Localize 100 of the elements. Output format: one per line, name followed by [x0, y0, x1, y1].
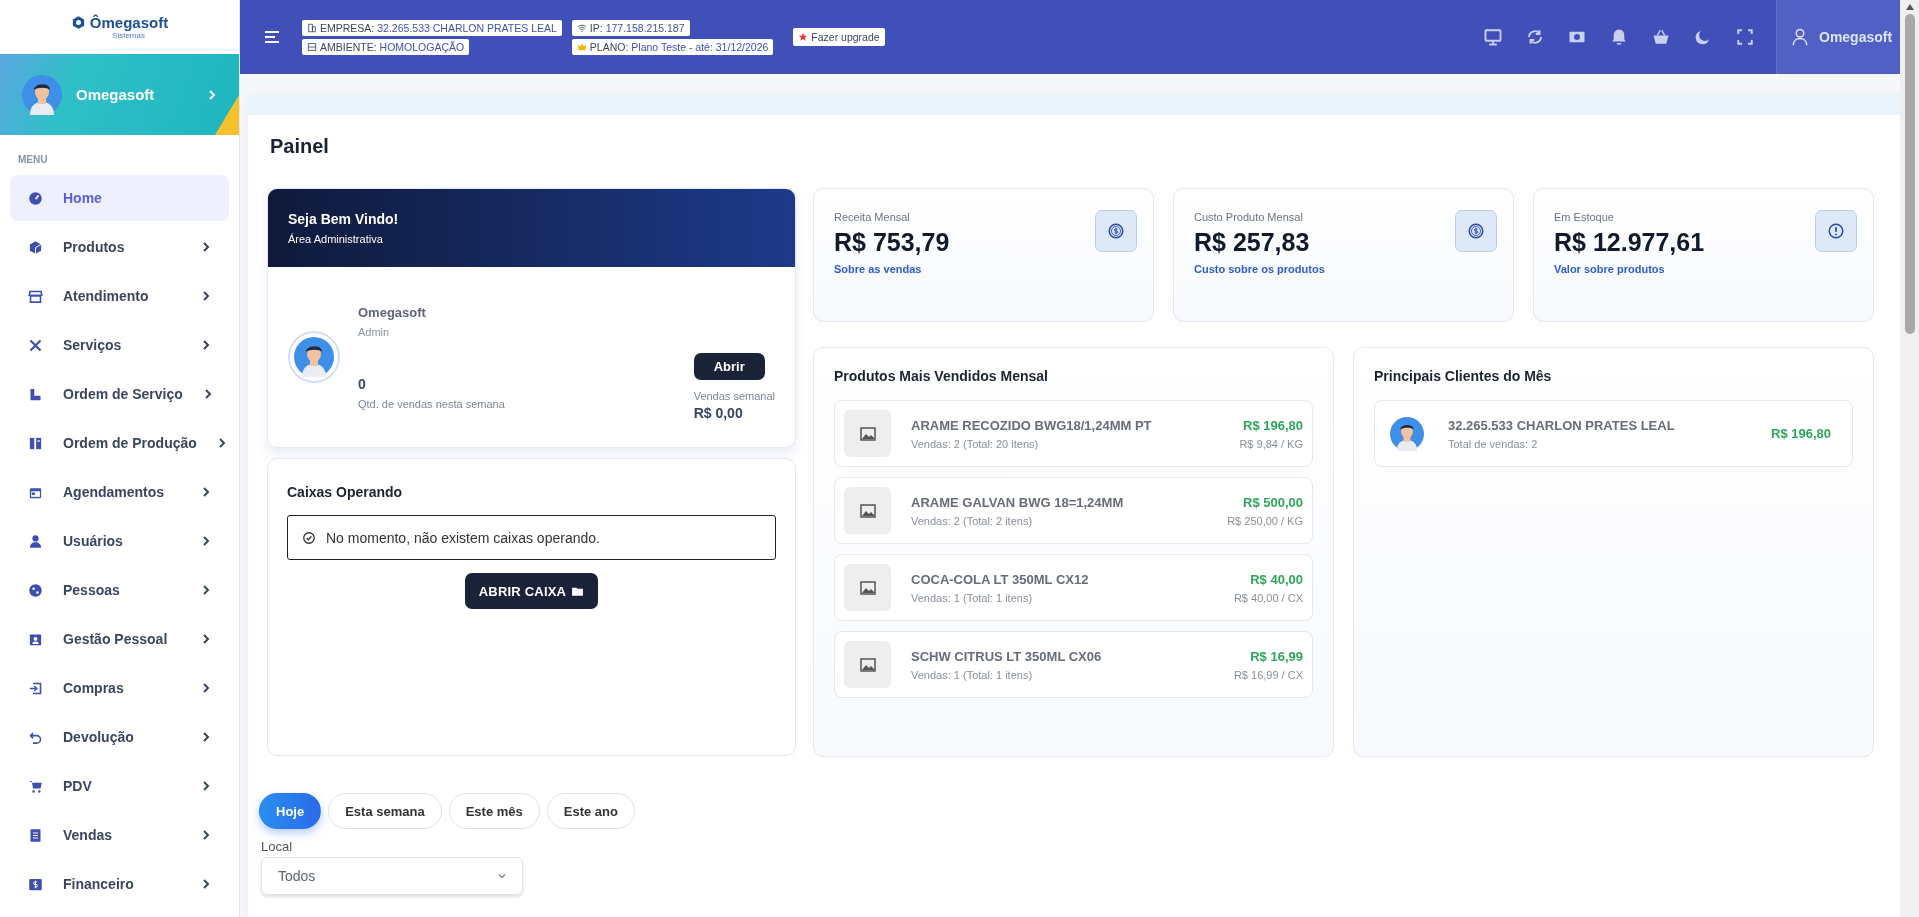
sidebar-item[interactable]: Devolução: [10, 714, 229, 760]
logo-tagline: Sistemas: [112, 30, 145, 40]
chevron-right-icon: [201, 536, 211, 546]
card-title: Principais Clientes do Mês: [1374, 368, 1553, 384]
alert-text: No momento, não existem caixas operando.: [326, 529, 600, 546]
period-filter[interactable]: Esta semana: [328, 793, 442, 829]
user-role: Admin: [358, 325, 391, 338]
info-badge: EMPRESA: 32.265.533 CHARLON PRATES LEAL: [302, 19, 562, 36]
sidebar-item[interactable]: PDV: [10, 763, 229, 809]
open-button[interactable]: Abrir: [693, 353, 765, 380]
sidebar-item[interactable]: Ordem de Serviço: [10, 371, 229, 417]
scroll-up-icon[interactable]: [1905, 4, 1914, 10]
page-title: Painel: [270, 135, 330, 158]
sales-count: 0: [358, 375, 367, 392]
stat-link[interactable]: Valor sobre produtos: [1554, 263, 1705, 275]
sidebar-item[interactable]: Gestão Pessoal: [10, 616, 229, 662]
info-badge: PLANO: Plano Teste - até: 31/12/2026: [571, 38, 774, 55]
product-unit-price: R$ 9,84 / KG: [1239, 437, 1303, 450]
product-sales: Vendas: 1 (Total: 1 itens): [911, 668, 1034, 681]
weekly-sales-label: Vendas semanal: [693, 390, 775, 402]
avatar-icon: [1390, 416, 1424, 451]
product-name: SCHW CITRUS LT 350ML CX06: [911, 648, 1103, 664]
sidebar-item[interactable]: Home: [10, 175, 229, 221]
user-icon: [28, 533, 43, 549]
sidebar-item[interactable]: Atendimento: [10, 273, 229, 319]
product-row[interactable]: SCHW CITRUS LT 350ML CX06 Vendas: 1 (Total: 1 itens) R$ 16,99 R$ 16,99 / CX: [834, 631, 1313, 698]
wifi-icon: [576, 22, 587, 33]
sidebar-item[interactable]: Ordem de Produção: [10, 420, 229, 466]
image-placeholder: [844, 564, 891, 611]
tools-icon: [28, 337, 43, 353]
card-title: Caixas Operando: [287, 484, 404, 500]
server-icon: [307, 41, 317, 52]
chevron-right-icon: [201, 634, 211, 644]
location-select[interactable]: Todos: [261, 857, 523, 895]
field-label: Local: [261, 839, 294, 854]
sidebar-item[interactable]: Financeiro: [10, 861, 229, 907]
sidebar-item[interactable]: Compras: [10, 665, 229, 711]
user-icon: [1791, 28, 1809, 46]
product-name: ARAME RECOZIDO BWG18/1,24MM PT: [911, 417, 1153, 433]
period-filter[interactable]: Este mês: [448, 793, 540, 829]
crown-icon: [576, 41, 587, 52]
stat-link[interactable]: Sobre as vendas: [834, 263, 950, 275]
user-menu[interactable]: Omegasoft: [1776, 0, 1900, 74]
product-row[interactable]: COCA-COLA LT 350ML CX12 Vendas: 1 (Total: 1 itens) R$ 40,00 R$ 40,00 / CX: [834, 554, 1313, 621]
star-icon: [798, 32, 809, 42]
sidebar-item[interactable]: Usuários: [10, 518, 229, 564]
user-name: Omegasoft: [358, 304, 427, 320]
product-sales: Vendas: 2 (Total: 2 itens): [911, 514, 1034, 527]
chevron-right-icon: [201, 732, 211, 742]
product-total: R$ 16,99: [1250, 648, 1303, 664]
stat-link[interactable]: Custo sobre os produtos: [1194, 263, 1325, 275]
building-icon: [28, 435, 43, 451]
image-placeholder: [844, 410, 891, 457]
product-unit-price: R$ 16,99 / CX: [1233, 668, 1303, 681]
chevron-right-icon: [201, 487, 211, 497]
product-row[interactable]: ARAME GALVAN BWG 18=1,24MM Vendas: 2 (Total: 2 itens) R$ 500,00 R$ 250,00 / KG: [834, 477, 1313, 544]
menu-heading: MENU: [17, 153, 49, 167]
card-title: Produtos Mais Vendidos Mensal: [834, 368, 1049, 384]
info-badge: IP: 177.158.215.187: [571, 19, 690, 36]
product-total: R$ 196,80: [1243, 417, 1303, 433]
period-filter[interactable]: Hoje: [259, 793, 322, 829]
scroll-thumb[interactable]: [1904, 14, 1915, 334]
bell-icon: [1610, 28, 1628, 46]
info-badge: AMBIENTE: HOMOLOGAÇÃO: [302, 38, 470, 55]
product-name: ARAME GALVAN BWG 18=1,24MM: [911, 494, 1125, 510]
weekly-sales-value: R$ 0,00: [693, 405, 743, 421]
image-placeholder: [844, 487, 891, 534]
product-unit-price: R$ 250,00 / KG: [1227, 514, 1303, 527]
globe-icon: [28, 582, 43, 598]
coin-icon: [1107, 222, 1125, 240]
client-total: R$ 196,80: [1771, 426, 1831, 441]
sidebar-item[interactable]: Agendamentos: [10, 469, 229, 515]
scrollbar[interactable]: [1900, 0, 1919, 917]
sign-in-icon: [28, 680, 43, 696]
gauge-icon: [28, 190, 43, 206]
welcome-title: Seja Bem Vindo!: [288, 211, 400, 227]
product-total: R$ 500,00: [1243, 494, 1303, 510]
sync-icon: [1526, 28, 1544, 46]
coin-icon: [1467, 222, 1485, 240]
period-filter[interactable]: Este ano: [546, 793, 635, 829]
sidebar-item[interactable]: Vendas: [10, 812, 229, 858]
product-row[interactable]: ARAME RECOZIDO BWG18/1,24MM PT Vendas: 2 (Total: 20 itens) R$ 196,80 R$ 9,84 / KG: [834, 400, 1313, 467]
open-register-button[interactable]: ABRIR CAIXA: [464, 573, 599, 609]
sidebar-item[interactable]: Serviços: [10, 322, 229, 368]
profile-name: Omegasoft: [76, 86, 156, 103]
sidebar-item[interactable]: Produtos: [10, 224, 229, 270]
avatar-icon: [22, 74, 62, 115]
chevron-right-icon: [216, 438, 227, 448]
chevron-right-icon: [201, 781, 211, 791]
product-sales: Vendas: 1 (Total: 1 itens): [911, 591, 1034, 604]
stat-label: Custo Produto Mensal: [1194, 211, 1304, 223]
stat-label: Receita Mensal: [834, 211, 911, 223]
menu-icon[interactable]: [264, 30, 280, 44]
upgrade-button[interactable]: Fazer upgrade: [793, 28, 885, 46]
avatar-icon: [294, 337, 334, 377]
client-row[interactable]: 32.265.533 CHARLON PRATES LEAL Total de vendas: 2 R$ 196,80: [1374, 400, 1853, 467]
chevron-right-icon: [201, 683, 211, 693]
product-unit-price: R$ 40,00 / CX: [1233, 591, 1303, 604]
sidebar-item[interactable]: Pessoas: [10, 567, 229, 613]
cube-icon: [28, 239, 43, 255]
